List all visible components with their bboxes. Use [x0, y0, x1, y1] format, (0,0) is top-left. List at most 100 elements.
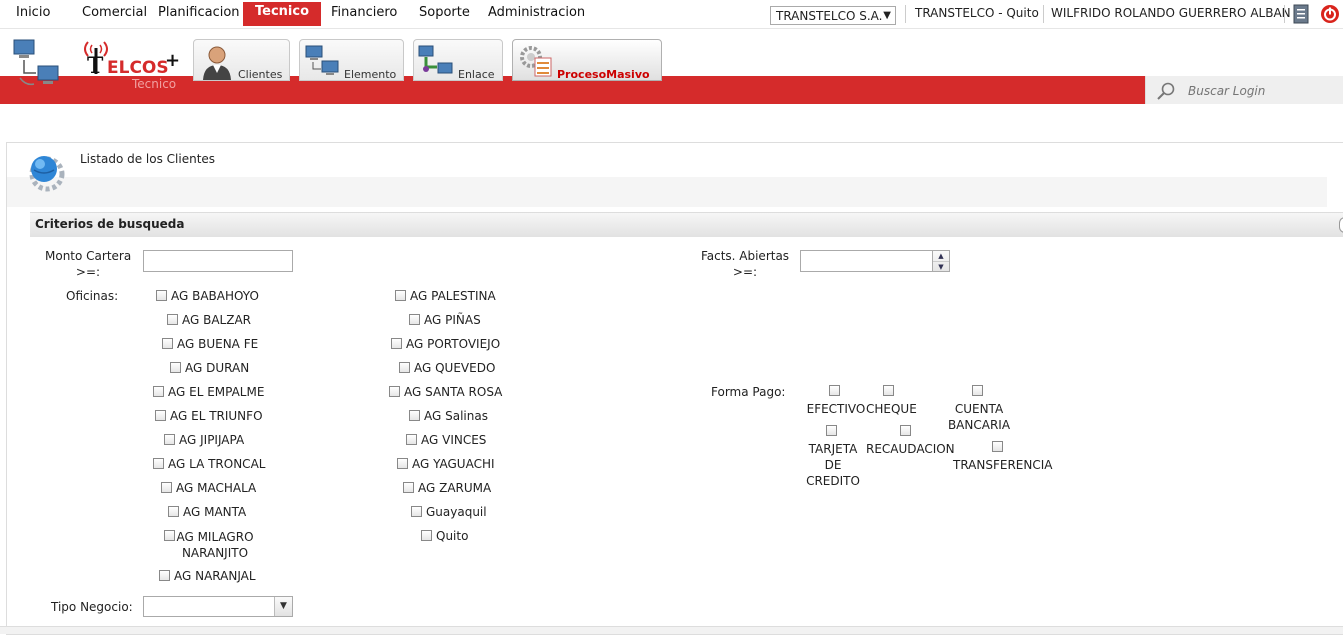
- checkbox[interactable]: [167, 314, 178, 325]
- spinner[interactable]: ▲ ▼: [932, 251, 949, 271]
- checkbox[interactable]: [399, 362, 410, 373]
- facts-abiertas-field[interactable]: ▲ ▼: [800, 250, 950, 272]
- checkbox-label: AG QUEVEDO: [414, 361, 496, 375]
- checkbox[interactable]: [159, 570, 170, 581]
- checkbox[interactable]: [411, 506, 422, 517]
- checkbox-label: RECAUDACION: [866, 442, 955, 456]
- oficina-option[interactable]: AG BUENA FE: [162, 337, 258, 353]
- chevron-down-icon[interactable]: ▼: [274, 597, 292, 616]
- user-icon: [200, 44, 234, 80]
- nav-comercial[interactable]: Comercial: [82, 4, 147, 24]
- checkbox-label: AG LA TRONCAL: [168, 457, 266, 471]
- link-icon: [416, 43, 456, 79]
- nav-financiero[interactable]: Financiero: [331, 4, 397, 24]
- checkbox[interactable]: [409, 410, 420, 421]
- checkbox-label: AG EL TRIUNFO: [170, 409, 263, 423]
- checkbox[interactable]: [992, 441, 1003, 452]
- checkbox[interactable]: [409, 314, 420, 325]
- search-bar: [1145, 76, 1343, 104]
- tab-elemento[interactable]: Elemento: [299, 39, 404, 81]
- oficina-option[interactable]: AG PORTOVIEJO: [391, 337, 500, 353]
- oficina-option[interactable]: AG LA TRONCAL: [153, 457, 265, 473]
- tab-enlace[interactable]: Enlace: [413, 39, 503, 81]
- tipo-negocio-select[interactable]: ▼: [143, 596, 293, 617]
- checkbox-label: AG YAGUACHI: [412, 457, 495, 471]
- oficina-option[interactable]: AG Salinas: [409, 409, 488, 425]
- svg-text:ELCOS: ELCOS: [107, 58, 169, 78]
- oficina-option[interactable]: AG BALZAR: [167, 313, 251, 329]
- checkbox[interactable]: [153, 386, 164, 397]
- divider: [1284, 5, 1285, 23]
- oficina-option[interactable]: AG MANTA: [168, 505, 246, 521]
- checkbox-label: AG VINCES: [421, 433, 487, 447]
- checkbox[interactable]: [389, 386, 400, 397]
- checkbox-label: AG PALESTINA: [410, 289, 496, 303]
- collapse-toggle[interactable]: [1339, 217, 1343, 233]
- checkbox[interactable]: [156, 290, 167, 301]
- spin-down-icon[interactable]: ▼: [933, 261, 949, 272]
- power-icon[interactable]: [1320, 4, 1340, 24]
- checkbox-label: AG DURAN: [185, 361, 250, 375]
- oficina-option[interactable]: AG BABAHOYO: [156, 289, 259, 305]
- chevron-down-icon: ▼: [883, 10, 891, 21]
- panel-band: [7, 177, 1327, 207]
- nav-tecnico[interactable]: Tecnico: [243, 2, 322, 26]
- checkbox[interactable]: [829, 385, 840, 396]
- checkbox-label: AG JIPIJAPA: [179, 433, 245, 447]
- tab-procesomasivo[interactable]: ProcesoMasivo: [512, 39, 662, 81]
- company-select[interactable]: TRANSTELCO S.A. ▼: [770, 6, 896, 25]
- document-icon[interactable]: [1293, 4, 1309, 24]
- checkbox-label: AG BUENA FE: [177, 337, 259, 351]
- tab-label: ProcesoMasivo: [557, 68, 650, 81]
- checkbox[interactable]: [883, 385, 894, 396]
- search-icon[interactable]: [1156, 81, 1176, 101]
- nav-administracion[interactable]: Administracion: [488, 4, 585, 24]
- nav-soporte[interactable]: Soporte: [419, 4, 470, 24]
- monto-cartera-input[interactable]: [143, 250, 293, 272]
- checkbox[interactable]: [403, 482, 414, 493]
- tab-clientes[interactable]: Clientes: [193, 39, 290, 81]
- checkbox[interactable]: [421, 530, 432, 541]
- oficina-option[interactable]: AG DURAN: [170, 361, 249, 377]
- oficinas-label: Oficinas:: [66, 289, 119, 303]
- search-input[interactable]: [1186, 80, 1340, 102]
- nav-planificacion[interactable]: Planificacion: [158, 4, 240, 24]
- oficina-option[interactable]: AG MACHALA: [161, 481, 256, 497]
- checkbox[interactable]: [397, 458, 408, 469]
- oficina-option[interactable]: AG QUEVEDO: [399, 361, 495, 377]
- checkbox[interactable]: [155, 410, 166, 421]
- checkbox[interactable]: [826, 425, 837, 436]
- checkbox[interactable]: [170, 362, 181, 373]
- oficina-option[interactable]: AG EL TRIUNFO: [155, 409, 263, 425]
- oficina-option[interactable]: AG NARANJAL: [159, 569, 256, 585]
- oficina-option[interactable]: AG ZARUMA: [403, 481, 491, 497]
- oficina-option[interactable]: AG PALESTINA: [395, 289, 496, 305]
- checkbox[interactable]: [168, 506, 179, 517]
- checkbox[interactable]: [395, 290, 406, 301]
- oficina-option[interactable]: Quito: [421, 529, 468, 545]
- checkbox[interactable]: [164, 434, 175, 445]
- checkbox[interactable]: [162, 338, 173, 349]
- oficina-option[interactable]: AG YAGUACHI: [397, 457, 495, 473]
- checkbox[interactable]: [406, 434, 417, 445]
- checkbox[interactable]: [153, 458, 164, 469]
- nav-inicio[interactable]: Inicio: [16, 4, 50, 24]
- oficina-option[interactable]: AG EL EMPALME: [153, 385, 264, 401]
- oficina-option[interactable]: AG JIPIJAPA: [164, 433, 244, 449]
- monto-cartera-label: Monto Cartera >=:: [45, 249, 132, 279]
- company-select-value: TRANSTELCO S.A.: [776, 9, 883, 23]
- checkbox-label: AG Salinas: [424, 409, 488, 423]
- checkbox[interactable]: [391, 338, 402, 349]
- checkbox-label: AG PORTOVIEJO: [406, 337, 501, 351]
- oficina-option[interactable]: AG PIÑAS: [409, 313, 481, 329]
- logo-subtitle: Tecnico: [132, 77, 177, 91]
- checkbox-label: Quito: [436, 529, 469, 543]
- facts-abiertas-input[interactable]: [801, 251, 931, 271]
- spin-up-icon[interactable]: ▲: [933, 251, 949, 261]
- checkbox[interactable]: [161, 482, 172, 493]
- checkbox[interactable]: [900, 425, 911, 436]
- oficina-option[interactable]: AG VINCES: [406, 433, 486, 449]
- checkbox[interactable]: [972, 385, 983, 396]
- oficina-option[interactable]: AG SANTA ROSA: [389, 385, 502, 401]
- oficina-option[interactable]: Guayaquil: [411, 505, 487, 521]
